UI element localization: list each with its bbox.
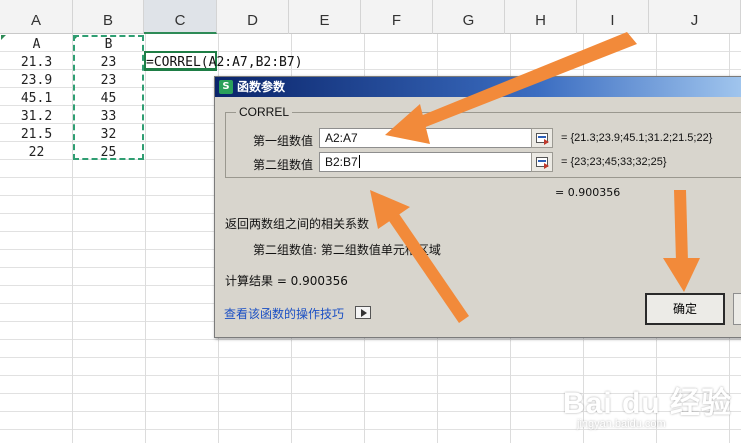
text-cursor: [358, 155, 360, 168]
calculation-result: 计算结果 = 0.900356: [225, 274, 348, 288]
watermark-url: jingyan.baidu.com: [577, 418, 666, 430]
ok-button[interactable]: 确定: [645, 293, 725, 325]
inline-result: = 0.900356: [555, 186, 621, 199]
column-header-j[interactable]: J: [649, 0, 741, 34]
arg1-label: 第一组数值: [253, 134, 314, 148]
function-name: CORREL: [236, 105, 293, 119]
app-logo-icon: S: [219, 80, 233, 94]
cell-a2[interactable]: 21.3: [0, 54, 73, 72]
arg2-range-picker-button[interactable]: [531, 152, 553, 172]
dialog-titlebar[interactable]: S 函数参数: [215, 77, 741, 97]
selection-marquee: [73, 35, 144, 160]
dialog-title: 函数参数: [237, 80, 286, 94]
arg1-range-picker-button[interactable]: [531, 128, 553, 148]
arg2-input[interactable]: B2:B7: [319, 152, 533, 172]
cell-c2-formula[interactable]: =CORREL(A2:A7,B2:B7): [146, 55, 303, 70]
arg1-input[interactable]: A2:A7: [319, 128, 533, 148]
help-link[interactable]: 查看该函数的操作技巧: [224, 305, 344, 322]
cell-a6[interactable]: 21.5: [0, 126, 73, 144]
cell-a7[interactable]: 22: [0, 144, 73, 162]
arg2-value: B2:B7: [325, 155, 358, 169]
column-header-d[interactable]: D: [217, 0, 289, 34]
column-header-c[interactable]: C: [144, 0, 217, 34]
column-header-bar: A B C D E F G H I J: [0, 0, 741, 34]
range-picker-arrow-icon: [544, 139, 549, 145]
video-play-icon[interactable]: [355, 306, 371, 319]
arg2-label: 第二组数值: [253, 158, 314, 172]
function-arguments-dialog: S 函数参数 CORREL 第一组数值 A2:A7 = {21.3;23.9;4…: [214, 76, 741, 338]
arg1-preview: = {21.3;23.9;45.1;31.2;21.5;22}: [561, 132, 713, 144]
column-header-g[interactable]: G: [433, 0, 505, 34]
cell-a5[interactable]: 31.2: [0, 108, 73, 126]
cancel-button-partial[interactable]: [733, 293, 741, 325]
baidu-jingyan-watermark: Bai du 经验 jingyan.baidu.com: [555, 378, 735, 438]
column-header-e[interactable]: E: [289, 0, 361, 34]
cell-a3[interactable]: 23.9: [0, 72, 73, 90]
parameter-help: 第二组数值: 第二组数值单元格区域: [253, 243, 441, 257]
function-description: 返回两数组之间的相关系数: [225, 217, 370, 231]
watermark-logo: Bai du 经验: [563, 387, 733, 420]
cell-a1[interactable]: A: [0, 36, 73, 54]
range-picker-arrow-icon: [544, 163, 549, 169]
column-header-i[interactable]: I: [577, 0, 649, 34]
column-header-a[interactable]: A: [0, 0, 73, 34]
cell-a4[interactable]: 45.1: [0, 90, 73, 108]
column-header-h[interactable]: H: [505, 0, 577, 34]
column-header-f[interactable]: F: [361, 0, 433, 34]
column-header-b[interactable]: B: [73, 0, 144, 34]
arg2-preview: = {23;23;45;33;32;25}: [561, 156, 667, 168]
arg1-value: A2:A7: [325, 131, 358, 145]
